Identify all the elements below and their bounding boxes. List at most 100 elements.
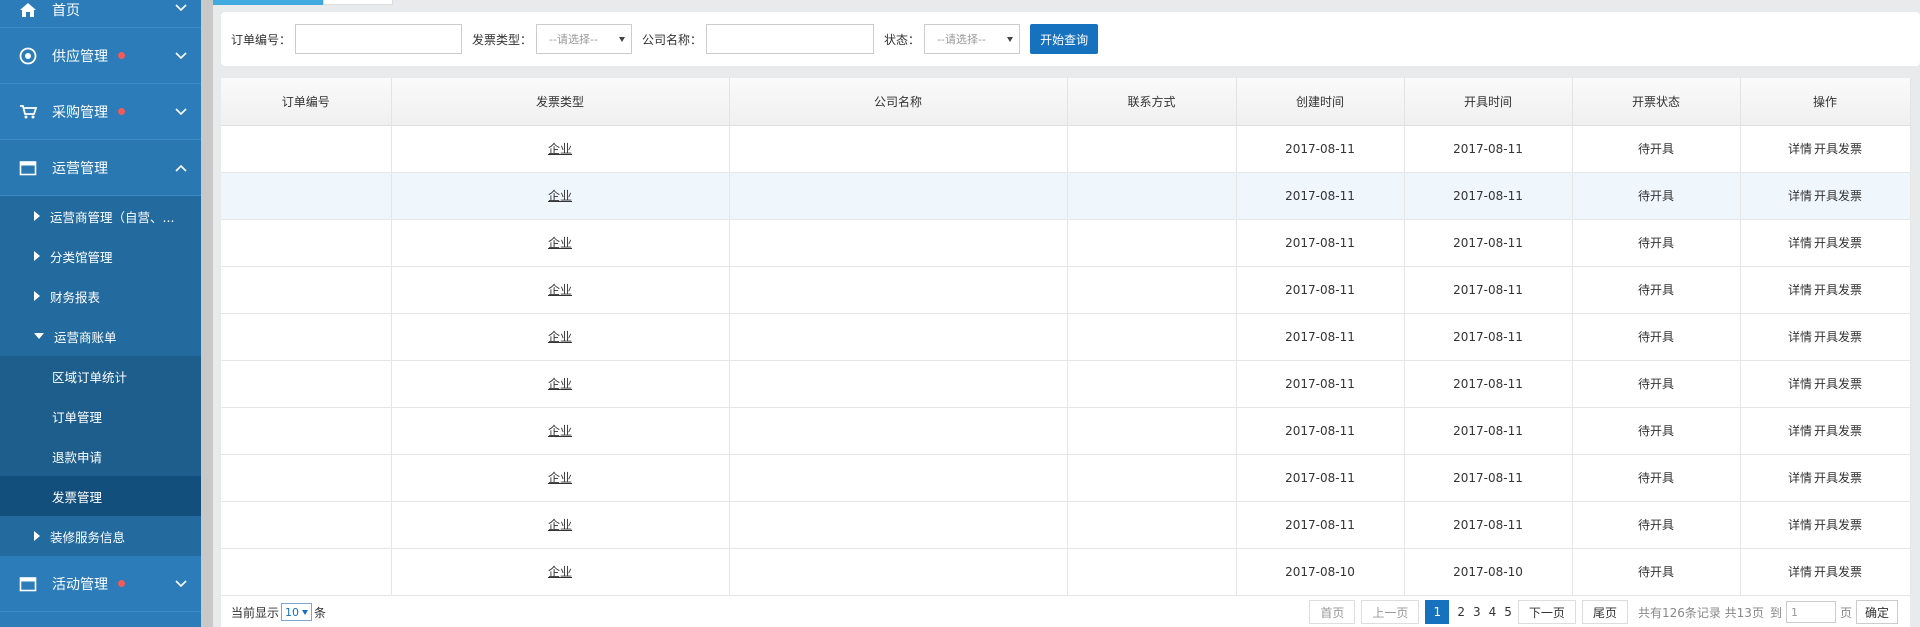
sidebar-item-operator-bill[interactable]: 运营商账单: [0, 316, 201, 356]
cell-contact: [1067, 172, 1237, 220]
status-select[interactable]: --请选择--: [924, 24, 1021, 54]
table-row[interactable]: 企业 2017-08-11 2017-08-11 待开具 详情 开具发票: [221, 172, 1911, 220]
sidebar-item-order-mgmt[interactable]: 订单管理: [0, 396, 201, 436]
cell-contact: [1067, 313, 1237, 361]
detail-link[interactable]: 详情: [1788, 518, 1812, 532]
nav-supply[interactable]: 供应管理: [0, 28, 201, 84]
page-number[interactable]: 2: [1457, 605, 1465, 619]
nav-purchase[interactable]: 采购管理: [0, 84, 201, 140]
sidebar-item-label: 发票管理: [52, 489, 103, 505]
cell-actions: 详情 开具发票: [1740, 266, 1911, 314]
goto-label: 到: [1769, 605, 1782, 620]
detail-link[interactable]: 详情: [1788, 236, 1812, 250]
issue-invoice-link[interactable]: 开具发票: [1814, 189, 1862, 203]
page-number[interactable]: 4: [1489, 605, 1497, 619]
invoice-type-link[interactable]: 企业: [548, 142, 572, 156]
invoice-type-link[interactable]: 企业: [548, 236, 572, 250]
cell-actions: 详情 开具发票: [1740, 125, 1911, 173]
issue-invoice-link[interactable]: 开具发票: [1814, 142, 1862, 156]
main-content: 订单编号： 发票类型： --请选择-- 公司名称： 状态： --请选择-- 开始…: [213, 0, 1920, 627]
caret-right-icon: [34, 531, 40, 541]
confirm-button[interactable]: 确定: [1855, 600, 1898, 624]
issue-invoice-link[interactable]: 开具发票: [1814, 330, 1862, 344]
cell-actions: 详情 开具发票: [1740, 548, 1911, 596]
issue-invoice-link[interactable]: 开具发票: [1814, 471, 1862, 485]
detail-link[interactable]: 详情: [1788, 377, 1812, 391]
issue-invoice-link[interactable]: 开具发票: [1814, 565, 1862, 579]
issue-invoice-link[interactable]: 开具发票: [1814, 283, 1862, 297]
detail-link[interactable]: 详情: [1788, 565, 1812, 579]
detail-link[interactable]: 详情: [1788, 471, 1812, 485]
invoice-type-link[interactable]: 企业: [548, 424, 572, 438]
nav-operations[interactable]: 运营管理: [0, 140, 201, 196]
sidebar-item-label: 分类馆管理: [50, 249, 113, 265]
page-size-select[interactable]: 10: [281, 603, 313, 621]
next-page-button[interactable]: 下一页: [1517, 600, 1576, 624]
cell-contact: [1067, 219, 1237, 267]
activity-icon: [18, 574, 38, 594]
issue-invoice-link[interactable]: 开具发票: [1814, 236, 1862, 250]
company-input[interactable]: [706, 24, 875, 54]
invoice-type-link[interactable]: 企业: [548, 377, 572, 391]
table-row[interactable]: 企业 2017-08-11 2017-08-11 待开具 详情 开具发票: [221, 501, 1911, 549]
cell-order-no: [221, 172, 392, 220]
detail-link[interactable]: 详情: [1788, 189, 1812, 203]
table-row[interactable]: 企业 2017-08-11 2017-08-11 待开具 详情 开具发票: [221, 360, 1911, 408]
sidebar-item-decoration[interactable]: 装修服务信息: [0, 516, 201, 556]
cell-actions: 详情 开具发票: [1740, 172, 1911, 220]
sidebar-item-finance[interactable]: 财务报表: [0, 276, 201, 316]
order-no-label: 订单编号：: [231, 32, 292, 47]
cell-actions: 详情 开具发票: [1740, 407, 1911, 455]
cell-issued: 2017-08-11: [1404, 266, 1573, 314]
detail-link[interactable]: 详情: [1788, 424, 1812, 438]
nav-operations-label: 运营管理: [52, 160, 108, 177]
sidebar-item-category-mgmt[interactable]: 分类馆管理: [0, 236, 201, 276]
table-row[interactable]: 企业 2017-08-11 2017-08-11 待开具 详情 开具发票: [221, 313, 1911, 361]
detail-link[interactable]: 详情: [1788, 330, 1812, 344]
issue-invoice-link[interactable]: 开具发票: [1814, 377, 1862, 391]
invoice-type-link[interactable]: 企业: [548, 189, 572, 203]
invoice-type-link[interactable]: 企业: [548, 565, 572, 579]
query-button[interactable]: 开始查询: [1030, 24, 1099, 54]
last-page-button[interactable]: 尾页: [1581, 600, 1628, 624]
page-number[interactable]: 1: [1425, 600, 1450, 624]
table-row[interactable]: 企业 2017-08-10 2017-08-10 待开具 详情 开具发票: [221, 548, 1911, 596]
cell-order-no: [221, 125, 392, 173]
table-row[interactable]: 企业 2017-08-11 2017-08-11 待开具 详情 开具发票: [221, 454, 1911, 502]
invoice-type-link[interactable]: 企业: [548, 518, 572, 532]
nav-activity-label: 活动管理: [52, 576, 108, 593]
first-page-button[interactable]: 首页: [1309, 600, 1356, 624]
sidebar-item-region-orders[interactable]: 区域订单统计: [0, 356, 201, 396]
order-no-input[interactable]: [295, 24, 463, 54]
cell-company: [729, 219, 1068, 267]
detail-link[interactable]: 详情: [1788, 142, 1812, 156]
sidebar-divider[interactable]: [201, 0, 213, 627]
invoice-type-link[interactable]: 企业: [548, 283, 572, 297]
supply-icon: [18, 46, 38, 66]
tab-active[interactable]: [213, 0, 323, 5]
sidebar-item-refund[interactable]: 退款申请: [0, 436, 201, 476]
nav-activity[interactable]: 活动管理: [0, 556, 201, 612]
tab-inactive[interactable]: [323, 0, 393, 5]
invoice-type-link[interactable]: 企业: [548, 330, 572, 344]
page-number[interactable]: 3: [1473, 605, 1481, 619]
cell-issued: 2017-08-11: [1404, 125, 1573, 173]
page-number[interactable]: 5: [1504, 605, 1512, 619]
goto-page-input[interactable]: 1: [1785, 601, 1836, 623]
table-row[interactable]: 企业 2017-08-11 2017-08-11 待开具 详情 开具发票: [221, 407, 1911, 455]
nav-home[interactable]: 首页: [0, 0, 201, 28]
table-row[interactable]: 企业 2017-08-11 2017-08-11 待开具 详情 开具发票: [221, 266, 1911, 314]
table-row[interactable]: 企业 2017-08-11 2017-08-11 待开具 详情 开具发票: [221, 125, 1911, 173]
cell-company: [729, 313, 1068, 361]
prev-page-button[interactable]: 上一页: [1361, 600, 1420, 624]
pagination: 当前显示 10 条 首页 上一页 1 2 3 4 5 下一页 尾页 共有126条…: [221, 597, 1910, 627]
company-label: 公司名称：: [642, 32, 703, 47]
sidebar-item-invoice-mgmt[interactable]: 发票管理: [0, 476, 201, 516]
table-row[interactable]: 企业 2017-08-11 2017-08-11 待开具 详情 开具发票: [221, 219, 1911, 267]
invoice-type-link[interactable]: 企业: [548, 471, 572, 485]
invoice-type-select[interactable]: --请选择--: [536, 24, 633, 54]
issue-invoice-link[interactable]: 开具发票: [1814, 518, 1862, 532]
sidebar-item-operator-mgmt[interactable]: 运营商管理（自营、...: [0, 196, 201, 236]
issue-invoice-link[interactable]: 开具发票: [1814, 424, 1862, 438]
detail-link[interactable]: 详情: [1788, 283, 1812, 297]
